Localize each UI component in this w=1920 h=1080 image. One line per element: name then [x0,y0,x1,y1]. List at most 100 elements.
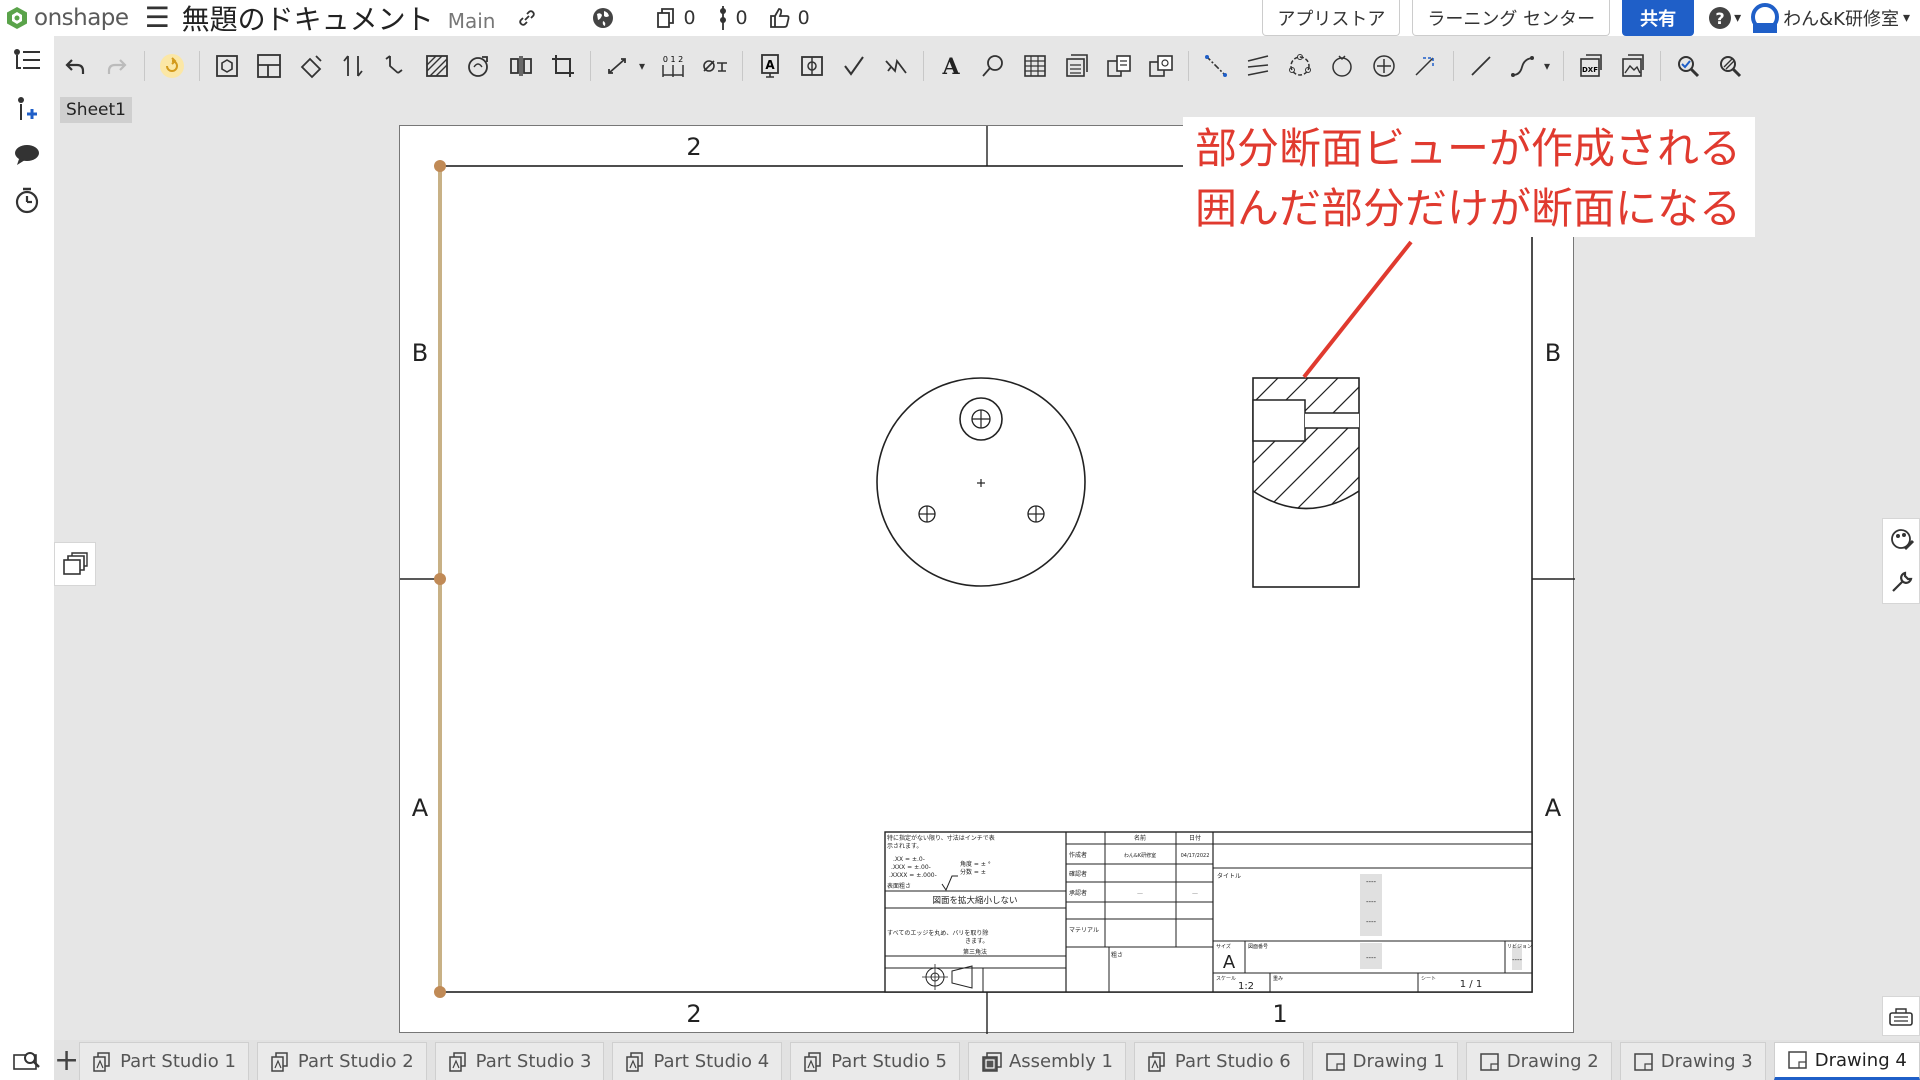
globe-icon[interactable] [591,6,615,30]
learning-center-button[interactable]: ラーニング センター [1412,0,1611,36]
row-label-b-left: B [412,339,428,367]
tab-part-studio-2[interactable]: Part Studio 2 [256,1042,427,1080]
document-title[interactable]: 無題のドキュメント [182,0,434,38]
tab-part-studio-6[interactable]: Part Studio 6 [1133,1042,1304,1080]
branches-button[interactable]: 0 [716,6,748,30]
tab-drawing-2[interactable]: Drawing 2 [1465,1042,1612,1080]
tab-part-studio-1[interactable]: Part Studio 1 [79,1042,249,1080]
insert-icon[interactable] [12,94,42,124]
hole-callout-icon[interactable] [697,48,733,84]
edit-centerline-icon[interactable] [1408,48,1444,84]
tab-search-icon[interactable] [10,1046,44,1074]
versions-button[interactable]: 0 [655,7,696,29]
dimension-dropdown-icon[interactable]: ▾ [635,48,649,84]
midpoint-centerline-icon[interactable] [1240,48,1276,84]
center-mark-icon[interactable] [1366,48,1402,84]
appearance-icon[interactable] [1889,527,1915,553]
surface-finish-icon[interactable] [836,48,872,84]
dimension-icon[interactable] [600,48,636,84]
tab-drawing-1[interactable]: Drawing 1 [1311,1042,1458,1080]
sketch-dropdown-icon[interactable]: ▾ [1540,48,1554,84]
point-centerline-icon[interactable] [1324,48,1360,84]
user-menu[interactable]: わん&K研修室 ▾ [1751,3,1910,33]
note-icon[interactable]: A [752,48,788,84]
app-store-button[interactable]: アプリストア [1262,0,1401,36]
help-menu[interactable]: ? ▾ [1708,6,1741,30]
tab-part-studio-3[interactable]: Part Studio 3 [434,1042,605,1080]
aligned-section-icon[interactable] [377,48,413,84]
export-image-icon[interactable] [1615,48,1651,84]
check-tool-icon[interactable] [1670,48,1706,84]
link-icon[interactable] [517,8,537,28]
menu-icon[interactable]: ☰ [145,4,170,32]
selection-handle[interactable] [434,573,446,585]
tab-label: Part Studio 1 [120,1051,236,1072]
wrench-icon[interactable] [1889,569,1915,595]
export-dxf-icon[interactable]: DXF [1573,48,1609,84]
add-tab-button[interactable]: + [54,1040,79,1080]
tab-bar: + Part Studio 1 Part Studio 2 Part Studio … [54,1040,1920,1080]
toolbar-divider [144,51,145,81]
tb-surface-finish: 表面粗さ [887,882,911,890]
bend-table-icon[interactable] [1143,48,1179,84]
onshape-logo[interactable]: onshape [6,5,129,31]
bolt-circle-icon[interactable] [1282,48,1318,84]
crop-view-icon[interactable] [545,48,581,84]
section-view-icon[interactable] [335,48,371,84]
projected-view-icon[interactable] [251,48,287,84]
hole-table-icon[interactable] [1101,48,1137,84]
selection-handle[interactable] [434,160,446,172]
avatar-icon [1751,3,1780,33]
datum-icon[interactable] [794,48,830,84]
text-icon[interactable]: A [933,48,969,84]
inspect-tool-icon[interactable] [1712,48,1748,84]
update-icon[interactable] [154,48,190,84]
spline-icon[interactable] [1505,48,1541,84]
feature-list-icon[interactable] [12,46,42,76]
break-view-icon[interactable] [503,48,539,84]
drawing-sheet[interactable]: 2 2 1 B A B A 特に指定がない限り、寸法はインチで表 示されます。 … [399,125,1575,1034]
tb-revision-label: リビジョン [1507,943,1532,950]
tab-assembly-1[interactable]: Assembly 1 [967,1042,1126,1080]
comments-icon[interactable] [12,140,42,170]
sheet-tab[interactable]: Sheet1 [60,97,132,123]
sheets-panel-icon[interactable] [54,542,96,586]
tb-material-label: マテリアル [1069,927,1099,934]
row-label-a-left: A [412,794,429,822]
bom-table-icon[interactable] [1059,48,1095,84]
insert-view-icon[interactable] [209,48,245,84]
front-view[interactable] [876,377,1086,587]
likes-count: 0 [797,7,810,29]
callout-icon[interactable] [975,48,1011,84]
tb-sheet-value: 1 / 1 [1460,979,1482,990]
ordinate-dimension-icon[interactable]: 0 1 2 [655,48,691,84]
side-view-broken-out-section[interactable] [1200,356,1510,588]
part-studio-icon [92,1051,114,1072]
weld-symbol-icon[interactable] [878,48,914,84]
part-studio-icon [270,1051,292,1072]
undo-icon[interactable] [57,48,93,84]
title-block[interactable]: 特に指定がない限り、寸法はインチで表 示されます。 .XX = ±.0- .XX… [884,831,1533,993]
like-button[interactable]: 0 [768,6,810,30]
tab-part-studio-5[interactable]: Part Studio 5 [790,1042,960,1080]
broken-out-section-icon[interactable] [419,48,455,84]
share-button[interactable]: 共有 [1622,0,1695,36]
right-panel [1882,518,1920,604]
toolbar-divider [590,51,591,81]
branch-label[interactable]: Main [448,9,496,33]
table-icon[interactable] [1017,48,1053,84]
keyboard-shortcuts-icon[interactable] [1882,996,1920,1036]
branch-icon [719,6,726,30]
tb-size-label: サイズ [1216,943,1231,950]
auxiliary-view-icon[interactable] [293,48,329,84]
selection-handle[interactable] [434,986,446,998]
tab-part-studio-4[interactable]: Part Studio 4 [612,1042,783,1080]
detail-view-icon[interactable] [461,48,497,84]
tab-drawing-3[interactable]: Drawing 3 [1619,1042,1766,1080]
tab-drawing-4[interactable]: Drawing 4 [1773,1042,1920,1080]
tb-size-value: A [1223,952,1236,973]
centerline-icon[interactable] [1198,48,1234,84]
redo-icon[interactable] [99,48,135,84]
history-icon[interactable] [12,186,42,216]
line-icon[interactable] [1463,48,1499,84]
